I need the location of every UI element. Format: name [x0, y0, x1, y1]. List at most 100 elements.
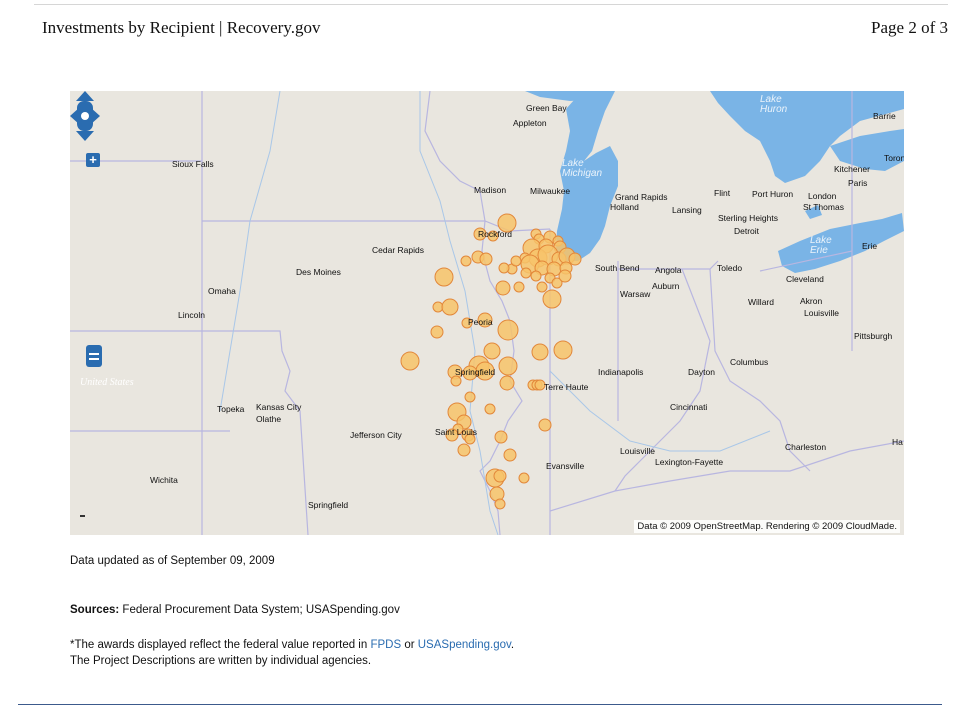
investment-marker[interactable] [450, 375, 462, 387]
investment-marker[interactable] [484, 403, 496, 415]
city-label: Olathe [256, 414, 282, 424]
investment-marker[interactable] [553, 340, 573, 360]
city-label: Rockford [478, 229, 513, 239]
city-label: Terre Haute [544, 382, 589, 392]
investment-marker[interactable] [494, 498, 506, 510]
water-label: Lake Erie [810, 235, 832, 256]
pan-up-icon[interactable] [76, 91, 94, 101]
pan-hub-icon [81, 112, 89, 120]
city-label: Angola [655, 265, 682, 275]
investment-marker[interactable] [510, 255, 522, 267]
city-label: Madison [474, 185, 507, 195]
city-label: Toledo [717, 263, 743, 273]
city-label: Springfield [455, 367, 496, 377]
map[interactable]: Green Bay Appleton Barrie Toron Sioux Falls M… [70, 91, 904, 535]
page-number: Page 2 of 3 [871, 18, 948, 37]
water-label: Lake Michigan [562, 158, 603, 179]
city-label: Sioux Falls [172, 159, 214, 169]
city-label: Port Huron [752, 189, 794, 199]
investment-marker[interactable] [460, 255, 472, 267]
city-label: Omaha [208, 286, 236, 296]
city-label: Lexington-Fayette [655, 457, 724, 467]
city-label: Peoria [468, 317, 493, 327]
investment-marker[interactable] [558, 269, 572, 283]
investment-marker[interactable] [457, 443, 471, 457]
sources-label: Sources: [70, 604, 120, 616]
city-label: Ha [892, 437, 903, 447]
city-label: Cincinnati [670, 402, 708, 412]
pan-control[interactable] [70, 91, 100, 141]
investment-marker[interactable] [400, 351, 420, 371]
investment-marker[interactable] [518, 472, 530, 484]
awards-note: *The awards displayed reflect the federa… [70, 639, 514, 651]
investment-marker[interactable] [542, 289, 562, 309]
investment-marker[interactable] [434, 267, 454, 287]
city-label: Kansas City [256, 402, 302, 412]
city-label: Erie [862, 241, 878, 251]
investment-marker[interactable] [497, 319, 519, 341]
investment-marker[interactable] [493, 469, 507, 483]
investment-marker[interactable] [483, 342, 501, 360]
city-label: Jefferson City [350, 430, 402, 440]
map-attribution: Data © 2009 OpenStreetMap. Rendering © 2… [634, 520, 900, 533]
investment-marker[interactable] [498, 356, 518, 376]
investment-marker[interactable] [530, 270, 542, 282]
investment-marker[interactable] [538, 418, 552, 432]
awards-text: *The awards displayed reflect the federa… [70, 639, 371, 651]
city-label: Flint [714, 188, 731, 198]
zoom-in-button[interactable]: + [86, 153, 100, 167]
city-label: Dayton [688, 367, 715, 377]
city-label: Milwaukee [530, 186, 571, 196]
city-label: Green Bay [526, 103, 567, 113]
city-label: London [808, 191, 837, 201]
city-label: Topeka [217, 404, 245, 414]
awards-or: or [401, 639, 418, 651]
zoom-out-button[interactable] [86, 345, 102, 367]
city-label: Auburn [652, 281, 680, 291]
city-label: Barrie [873, 111, 896, 121]
city-label: Saint Louis [435, 427, 478, 437]
city-label: Akron [800, 296, 823, 306]
city-label: South Bend [595, 263, 640, 273]
city-label: Evansville [546, 461, 585, 471]
investment-marker[interactable] [503, 448, 517, 462]
city-label: Holland [610, 202, 639, 212]
investment-marker[interactable] [536, 281, 548, 293]
country-label: United States [80, 377, 134, 388]
city-label: Springfield [308, 500, 349, 510]
city-label: Cleveland [786, 274, 824, 284]
city-label: Toron [884, 153, 904, 163]
city-label: Des Moines [296, 267, 341, 277]
city-label: Warsaw [620, 289, 651, 299]
city-label: Louisville [620, 446, 655, 456]
bottom-rule [18, 704, 942, 705]
investment-marker[interactable] [430, 325, 444, 339]
investment-marker[interactable] [568, 252, 582, 266]
descriptions-note: The Project Descriptions are written by … [70, 655, 372, 667]
city-label: Pittsburgh [854, 331, 893, 341]
investment-marker[interactable] [441, 298, 459, 316]
investment-marker[interactable] [494, 430, 508, 444]
usaspending-link[interactable]: USASpending.gov [418, 639, 511, 651]
investment-marker[interactable] [495, 280, 511, 296]
city-label: Wichita [150, 475, 178, 485]
city-label: Paris [848, 178, 868, 188]
city-label: Charleston [785, 442, 827, 452]
water-label: Lake Huron [760, 94, 788, 115]
investment-marker[interactable] [464, 391, 476, 403]
sources-note: Sources: Federal Procurement Data System… [70, 604, 400, 616]
investment-marker[interactable] [520, 267, 532, 279]
investment-marker[interactable] [499, 375, 515, 391]
pan-down-icon[interactable] [76, 131, 94, 141]
page-title: Investments by Recipient | Recovery.gov [42, 18, 321, 37]
city-label: Detroit [734, 226, 760, 236]
top-rule [34, 4, 948, 5]
fpds-link[interactable]: FPDS [370, 639, 401, 651]
city-label: Willard [748, 297, 774, 307]
investment-marker[interactable] [513, 281, 525, 293]
city-label: Appleton [513, 118, 547, 128]
investment-marker[interactable] [498, 262, 510, 274]
investment-marker[interactable] [531, 343, 549, 361]
investment-marker[interactable] [479, 252, 493, 266]
awards-end: . [510, 639, 515, 651]
